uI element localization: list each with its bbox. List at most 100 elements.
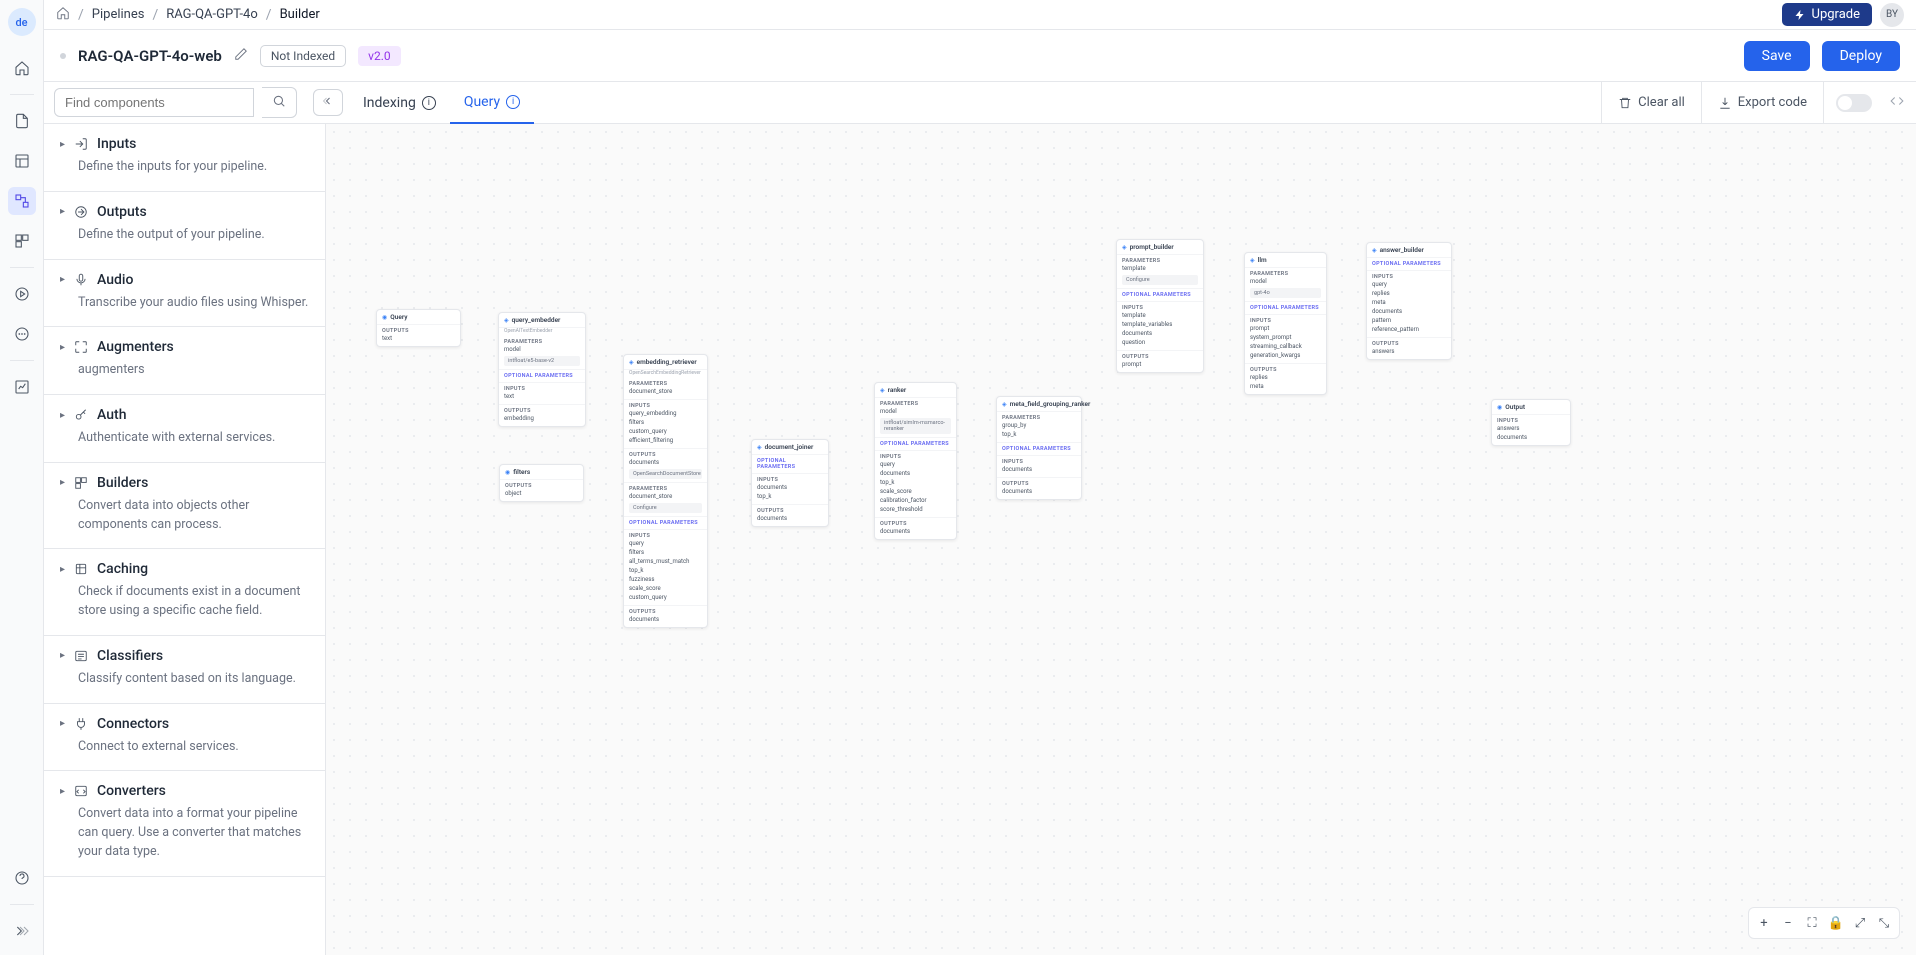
node-embedding-retriever[interactable]: ◈embedding_retriever OpenSearchEmbedding… bbox=[623, 354, 708, 628]
node-field: custom_query bbox=[629, 427, 702, 436]
caret-icon: ▸ bbox=[60, 477, 65, 488]
info-icon[interactable]: i bbox=[506, 95, 520, 109]
node-output[interactable]: ◉Output Inputsanswersdocuments bbox=[1491, 399, 1571, 446]
node-field: top_k bbox=[1002, 430, 1076, 439]
pipeline-header: RAG-QA-GPT-4o-web Not Indexed v2.0 Save … bbox=[44, 30, 1916, 82]
templates-icon[interactable] bbox=[8, 147, 36, 175]
node-field: documents bbox=[1497, 433, 1565, 442]
breadcrumb-project[interactable]: RAG-QA-GPT-4o bbox=[166, 7, 258, 22]
component-group[interactable]: ▸ Inputs Define the inputs for your pipe… bbox=[44, 124, 325, 192]
search-button[interactable] bbox=[262, 87, 297, 118]
zoom-in-button[interactable]: + bbox=[1753, 912, 1775, 934]
canvas[interactable]: ◉Query Outputstext ◈query_embedder OpenA… bbox=[326, 124, 1916, 955]
home-breadcrumb-icon[interactable] bbox=[56, 6, 70, 24]
component-group[interactable]: ▸ Builders Convert data into objects oth… bbox=[44, 463, 325, 550]
component-group[interactable]: ▸ Classifiers Classify content based on … bbox=[44, 636, 325, 704]
node-filters[interactable]: ◉filters Outputsobject bbox=[499, 464, 584, 502]
component-group[interactable]: ▸ Audio Transcribe your audio files usin… bbox=[44, 260, 325, 328]
collapse-sidebar-button[interactable] bbox=[313, 89, 343, 116]
tab-indexing[interactable]: Indexing i bbox=[349, 82, 450, 124]
caret-icon: ▸ bbox=[60, 650, 65, 661]
node-ranker[interactable]: ◈ranker PARAMETERSmodelintfloat/simlm-ms… bbox=[874, 382, 957, 540]
node-field: scale_score bbox=[880, 487, 951, 496]
group-name: Audio bbox=[97, 272, 133, 288]
component-group[interactable]: ▸ Connectors Connect to external service… bbox=[44, 704, 325, 772]
node-field: meta bbox=[1372, 298, 1446, 307]
expand-button[interactable]: ⤢ bbox=[1849, 912, 1871, 934]
status-dot bbox=[60, 53, 66, 59]
home-icon[interactable] bbox=[8, 54, 36, 82]
node-field: question bbox=[1122, 338, 1198, 347]
group-name: Inputs bbox=[97, 136, 136, 152]
fit-view-button[interactable]: ⛶ bbox=[1801, 912, 1823, 934]
node-document-joiner[interactable]: ◈document_joiner OPTIONAL PARAMETERS Inp… bbox=[751, 439, 829, 527]
left-rail: de bbox=[0, 0, 44, 955]
caret-icon: ▸ bbox=[60, 564, 65, 575]
clear-all-button[interactable]: Clear all bbox=[1601, 82, 1701, 124]
files-icon[interactable] bbox=[8, 107, 36, 135]
node-field: documents bbox=[1002, 487, 1076, 496]
deploy-button[interactable]: Deploy bbox=[1822, 41, 1900, 71]
upgrade-button[interactable]: Upgrade bbox=[1782, 3, 1872, 26]
upgrade-label: Upgrade bbox=[1812, 7, 1860, 22]
caret-icon: ▸ bbox=[60, 139, 65, 150]
component-group[interactable]: ▸ Augmenters augmenters bbox=[44, 327, 325, 395]
play-icon[interactable] bbox=[8, 280, 36, 308]
node-field: filters bbox=[629, 548, 702, 557]
node-answer-builder[interactable]: ◈answer_builder OPTIONAL PARAMETERS Inpu… bbox=[1366, 242, 1452, 360]
caret-icon: ▸ bbox=[60, 786, 65, 797]
node-title: filters bbox=[513, 468, 530, 476]
component-group[interactable]: ▸ Auth Authenticate with external servic… bbox=[44, 395, 325, 463]
node-field: generation_kwargs bbox=[1250, 351, 1321, 360]
clear-all-label: Clear all bbox=[1638, 95, 1685, 110]
node-field: documents bbox=[629, 615, 702, 624]
node-field: documents bbox=[880, 527, 951, 536]
edges-layer bbox=[326, 124, 626, 274]
node-field: meta bbox=[1250, 382, 1321, 391]
component-group[interactable]: ▸ Outputs Define the output of your pipe… bbox=[44, 192, 325, 260]
chat-icon[interactable] bbox=[8, 320, 36, 348]
group-name: Connectors bbox=[97, 716, 169, 732]
node-title: query_embedder bbox=[512, 316, 561, 324]
node-prompt-builder[interactable]: ◈prompt_builder PARAMETERStemplateConfig… bbox=[1116, 239, 1204, 373]
group-description: Transcribe your audio files using Whispe… bbox=[78, 294, 309, 313]
info-icon[interactable]: i bbox=[422, 96, 436, 110]
export-code-label: Export code bbox=[1738, 95, 1807, 110]
node-title: llm bbox=[1258, 256, 1267, 264]
tab-indexing-label: Indexing bbox=[363, 95, 416, 111]
node-field: documents bbox=[757, 483, 823, 492]
fullscreen-button[interactable]: ⤡ bbox=[1873, 912, 1895, 934]
pipelines-icon[interactable] bbox=[8, 187, 36, 215]
breadcrumb-pipelines[interactable]: Pipelines bbox=[92, 7, 145, 22]
analytics-icon[interactable] bbox=[8, 373, 36, 401]
node-query-embedder[interactable]: ◈query_embedder OpenAITextEmbedder PARAM… bbox=[498, 312, 586, 427]
node-llm[interactable]: ◈llm PARAMETERSmodelgpt-4o OPTIONAL PARA… bbox=[1244, 252, 1327, 395]
export-code-button[interactable]: Export code bbox=[1701, 82, 1823, 124]
node-title: embedding_retriever bbox=[637, 358, 697, 366]
convert-icon bbox=[73, 784, 89, 798]
component-sidebar: ▸ Inputs Define the inputs for your pipe… bbox=[44, 124, 326, 955]
workspace-avatar[interactable]: de bbox=[8, 8, 36, 36]
zoom-out-button[interactable]: − bbox=[1777, 912, 1799, 934]
group-description: Authenticate with external services. bbox=[78, 429, 309, 448]
help-icon[interactable] bbox=[8, 864, 36, 892]
user-avatar[interactable]: BY bbox=[1880, 3, 1904, 27]
code-view-toggle[interactable] bbox=[1836, 94, 1872, 112]
lock-button[interactable]: 🔒 bbox=[1825, 912, 1847, 934]
code-icon bbox=[1890, 94, 1904, 112]
node-title: prompt_builder bbox=[1130, 243, 1174, 251]
component-group[interactable]: ▸ Caching Check if documents exist in a … bbox=[44, 549, 325, 636]
node-field: documents bbox=[1372, 307, 1446, 316]
node-field: documents bbox=[757, 514, 823, 523]
edit-icon[interactable] bbox=[234, 47, 248, 65]
node-meta-field-ranker[interactable]: ◈meta_field_grouping_ranker PARAMETERSgr… bbox=[996, 396, 1082, 500]
components-icon[interactable] bbox=[8, 227, 36, 255]
search-input[interactable] bbox=[54, 88, 254, 117]
tab-query[interactable]: Query i bbox=[450, 82, 534, 124]
component-group[interactable]: ▸ Converters Convert data into a format … bbox=[44, 771, 325, 876]
node-query[interactable]: ◉Query Outputstext bbox=[376, 309, 461, 347]
expand-rail-icon[interactable] bbox=[8, 917, 36, 945]
save-button[interactable]: Save bbox=[1744, 41, 1810, 71]
breadcrumb-sep: / bbox=[78, 7, 84, 23]
key-icon bbox=[73, 408, 89, 422]
